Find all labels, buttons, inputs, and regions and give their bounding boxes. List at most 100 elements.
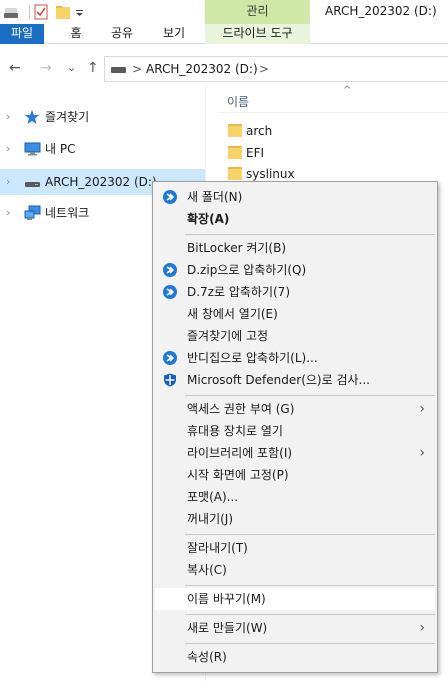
up-button[interactable]: ↑ xyxy=(87,58,99,78)
menu-item-new-folder[interactable]: 새 폴더(N) xyxy=(155,186,435,208)
menu-item-label: 새 창에서 열기(E) xyxy=(187,307,278,321)
expand-chevron-icon[interactable]: › xyxy=(6,140,10,158)
menu-item-label: 확장(A) xyxy=(187,212,230,226)
sort-ascending-icon: ^ xyxy=(343,85,352,96)
menu-item-label: D.7z로 압축하기(7) xyxy=(187,285,291,299)
file-explorer-window: 관리 ARCH_202302 (D:) 파일 홈 공유 보기 드라이브 도구 ←… xyxy=(0,0,448,681)
tab-drive-tools[interactable]: 드라이브 도구 xyxy=(205,24,310,44)
menu-item-label: 포맷(A)... xyxy=(187,490,239,504)
tab-share[interactable]: 공유 xyxy=(104,24,140,44)
column-header-divider xyxy=(220,112,448,113)
menu-item-compress-bandizip[interactable]: 반디집으로 압축하기(L)... xyxy=(155,347,435,369)
menu-item-label: 액세스 권한 부여 (G) xyxy=(187,402,295,416)
menu-item-label: D.zip으로 압축하기(Q) xyxy=(187,263,307,277)
tab-file[interactable]: 파일 xyxy=(0,24,44,44)
expand-chevron-icon[interactable]: › xyxy=(6,204,10,222)
menu-item-label: 이름 바꾸기(M) xyxy=(187,592,266,606)
menu-item-bitlocker[interactable]: BitLocker 켜기(B) xyxy=(155,237,435,259)
star-icon xyxy=(25,110,39,124)
nav-item-label: ARCH_202302 (D:) xyxy=(45,175,157,189)
nav-item-label: 네트워크 xyxy=(45,206,90,220)
file-row[interactable]: EFI xyxy=(220,142,448,164)
tab-view[interactable]: 보기 xyxy=(156,24,192,44)
nav-item-label: 즐겨찾기 xyxy=(45,110,90,124)
menu-item-give-access[interactable]: 액세스 권한 부여 (G) › xyxy=(155,398,435,420)
defender-shield-icon xyxy=(164,373,176,387)
menu-item-label: Microsoft Defender(으)로 검사... xyxy=(187,373,370,387)
menu-item-label: 라이브러리에 포함(I) xyxy=(187,446,293,460)
quick-access-separator xyxy=(29,5,30,19)
menu-item-pin-quick-access[interactable]: 즐겨찾기에 고정 xyxy=(155,325,435,347)
folder-icon xyxy=(228,167,242,180)
new-folder-icon[interactable] xyxy=(56,4,70,20)
window-title: ARCH_202302 (D:) xyxy=(325,4,437,18)
nav-item-this-pc[interactable]: › 내 PC xyxy=(0,136,205,162)
menu-item-expand[interactable]: 확장(A) xyxy=(155,208,435,230)
menu-item-label: 복사(C) xyxy=(187,563,227,577)
menu-item-properties[interactable]: 속성(R) xyxy=(155,646,435,668)
menu-item-label: 휴대용 장치로 열기 xyxy=(187,424,283,438)
file-name: EFI xyxy=(246,146,265,160)
manage-context-tab[interactable]: 관리 xyxy=(205,0,310,24)
menu-item-format[interactable]: 포맷(A)... xyxy=(155,486,435,508)
ribbon-tabs: 파일 홈 공유 보기 드라이브 도구 xyxy=(0,24,448,44)
menu-item-open-portable[interactable]: 휴대용 장치로 열기 xyxy=(155,420,435,442)
column-header-name[interactable]: 이름 xyxy=(227,94,249,110)
drive-icon xyxy=(111,67,126,73)
network-icon xyxy=(24,205,41,220)
menu-item-label: 즐겨찾기에 고정 xyxy=(187,329,269,343)
menu-item-rename[interactable]: 이름 바꾸기(M) xyxy=(155,588,435,610)
menu-item-copy[interactable]: 복사(C) xyxy=(155,559,435,581)
menu-item-compress-zip[interactable]: D.zip으로 압축하기(Q) xyxy=(155,259,435,281)
menu-separator xyxy=(185,234,435,235)
address-bar[interactable]: > ARCH_202302 (D:) > xyxy=(104,56,448,82)
menu-item-label: 새로 만들기(W) xyxy=(187,621,268,635)
menu-item-label: 속성(R) xyxy=(187,650,227,664)
recent-locations-button[interactable]: ⌄ xyxy=(67,58,76,78)
pc-icon xyxy=(24,142,41,156)
bandizip-icon xyxy=(163,263,177,277)
forward-button[interactable]: → xyxy=(40,58,52,78)
breadcrumb-chevron[interactable]: > xyxy=(132,60,142,78)
submenu-arrow-icon: › xyxy=(419,401,425,417)
drive-icon[interactable] xyxy=(4,4,18,20)
nav-item-label: 내 PC xyxy=(45,142,76,156)
bandizip-icon xyxy=(163,351,177,365)
menu-item-eject[interactable]: 꺼내기(J) xyxy=(155,508,435,530)
menu-separator xyxy=(185,534,435,535)
menu-item-label: BitLocker 켜기(B) xyxy=(187,241,287,255)
tab-home[interactable]: 홈 xyxy=(62,24,90,44)
folder-icon xyxy=(228,146,242,159)
properties-check-icon[interactable] xyxy=(34,4,48,20)
expand-chevron-icon[interactable]: › xyxy=(6,173,10,191)
menu-item-open-new-window[interactable]: 새 창에서 열기(E) xyxy=(155,303,435,325)
back-button[interactable]: ← xyxy=(9,58,21,78)
menu-item-label: 시작 화면에 고정(P) xyxy=(187,468,289,482)
menu-separator xyxy=(185,643,435,644)
customize-toolbar-chevron-icon[interactable] xyxy=(75,4,84,20)
drive-icon xyxy=(25,182,40,187)
menu-separator xyxy=(185,614,435,615)
breadcrumb-drive[interactable]: ARCH_202302 (D:) xyxy=(146,60,258,78)
file-name: arch xyxy=(246,124,273,138)
menu-item-label: 새 폴더(N) xyxy=(187,190,243,204)
menu-item-defender-scan[interactable]: Microsoft Defender(으)로 검사... xyxy=(155,369,435,391)
bandizip-icon xyxy=(163,285,177,299)
menu-item-cut[interactable]: 잘라내기(T) xyxy=(155,537,435,559)
navigation-bar: ← → ⌄ ↑ > ARCH_202302 (D:) > xyxy=(0,52,448,84)
menu-separator xyxy=(185,395,435,396)
menu-item-label: 꺼내기(J) xyxy=(187,512,234,526)
expand-chevron-icon[interactable]: › xyxy=(6,108,10,126)
breadcrumb-chevron[interactable]: > xyxy=(259,60,269,78)
bandizip-icon xyxy=(163,190,177,204)
menu-item-pin-start[interactable]: 시작 화면에 고정(P) xyxy=(155,464,435,486)
file-row[interactable]: arch xyxy=(220,120,448,142)
nav-item-quick-access[interactable]: › 즐겨찾기 xyxy=(0,104,205,130)
title-bar: 관리 ARCH_202302 (D:) xyxy=(0,0,448,24)
submenu-arrow-icon: › xyxy=(419,445,425,461)
menu-item-label: 반디집으로 압축하기(L)... xyxy=(187,351,318,365)
menu-item-new[interactable]: 새로 만들기(W) › xyxy=(155,617,435,639)
menu-separator xyxy=(185,585,435,586)
menu-item-compress-7z[interactable]: D.7z로 압축하기(7) xyxy=(155,281,435,303)
menu-item-include-library[interactable]: 라이브러리에 포함(I) › xyxy=(155,442,435,464)
